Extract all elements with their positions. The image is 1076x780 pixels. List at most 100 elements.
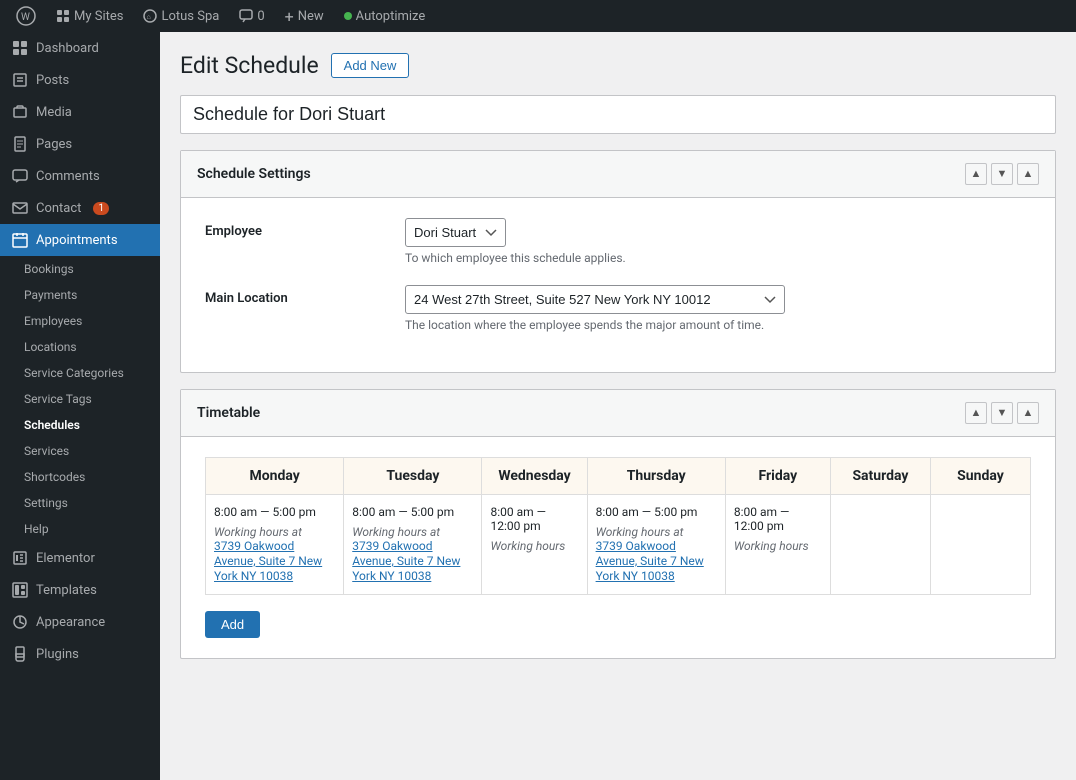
schedule-settings-header: Schedule Settings ▲ ▼ ▲	[181, 151, 1055, 198]
wp-logo-button[interactable]: W	[8, 0, 44, 32]
timetable-table: Monday Tuesday Wednesday Thursday Friday…	[205, 457, 1031, 595]
sidebar-item-comments[interactable]: Comments	[0, 160, 160, 192]
location-field: 24 West 27th Street, Suite 527 New York …	[405, 285, 1031, 332]
timetable-up-button[interactable]: ▲	[965, 402, 987, 424]
main-content: Edit Schedule Add New Schedule Settings …	[160, 32, 1076, 780]
sidebar-plugins-label: Plugins	[36, 647, 79, 662]
employee-select[interactable]: Dori Stuart	[405, 218, 506, 247]
day-header-tuesday: Tuesday	[344, 458, 482, 495]
wednesday-working-hours: Working hours	[490, 539, 578, 553]
employee-hint: To which employee this schedule applies.	[405, 251, 1031, 265]
location-hint: The location where the employee spends t…	[405, 318, 1031, 332]
sidebar-templates-label: Templates	[36, 583, 97, 598]
sidebar-appearance-label: Appearance	[36, 615, 105, 630]
timetable-cell-thursday[interactable]: 8:00 am — 5:00 pm Working hours at 3739 …	[587, 495, 725, 595]
sidebar-item-locations[interactable]: Locations	[12, 334, 160, 360]
sidebar-payments-label: Payments	[24, 288, 77, 302]
employee-row: Employee Dori Stuart To which employee t…	[205, 218, 1031, 265]
day-header-wednesday: Wednesday	[482, 458, 587, 495]
sidebar-item-media[interactable]: Media	[0, 96, 160, 128]
sidebar-item-elementor[interactable]: Elementor	[0, 542, 160, 574]
page-header: Edit Schedule Add New	[180, 52, 1056, 79]
sidebar-elementor-label: Elementor	[36, 551, 95, 566]
sidebar-item-pages[interactable]: Pages	[0, 128, 160, 160]
location-select[interactable]: 24 West 27th Street, Suite 527 New York …	[405, 285, 785, 314]
svg-text:W: W	[21, 12, 30, 23]
day-header-saturday: Saturday	[830, 458, 930, 495]
sidebar-comments-label: Comments	[36, 169, 100, 184]
sidebar-item-settings[interactable]: Settings	[12, 490, 160, 516]
day-header-thursday: Thursday	[587, 458, 725, 495]
sidebar-item-service-tags[interactable]: Service Tags	[12, 386, 160, 412]
thursday-location-link[interactable]: 3739 Oakwood Avenue, Suite 7 New York NY…	[596, 539, 704, 583]
add-new-button[interactable]: Add New	[331, 53, 410, 78]
monday-location-link[interactable]: 3739 Oakwood Avenue, Suite 7 New York NY…	[214, 539, 322, 583]
sidebar-item-templates[interactable]: Templates	[0, 574, 160, 606]
sidebar-locations-label: Locations	[24, 340, 77, 354]
plus-icon: +	[285, 7, 294, 26]
contact-badge: 1	[93, 202, 109, 215]
timetable-cell-friday[interactable]: 8:00 am — 12:00 pm Working hours	[725, 495, 830, 595]
employee-field: Dori Stuart To which employee this sched…	[405, 218, 1031, 265]
sidebar-service-categories-label: Service Categories	[24, 366, 124, 380]
sidebar-appointments-label: Appointments	[36, 233, 118, 248]
timetable-panel-controls: ▲ ▼ ▲	[965, 402, 1039, 424]
schedule-name-input[interactable]	[180, 95, 1056, 134]
friday-time: 8:00 am — 12:00 pm	[734, 505, 822, 533]
sidebar: Dashboard Posts Media Pages Comments Con…	[0, 32, 160, 780]
timetable-cell-monday[interactable]: 8:00 am — 5:00 pm Working hours at 3739 …	[206, 495, 344, 595]
sidebar-help-label: Help	[24, 522, 49, 536]
sidebar-item-contact[interactable]: Contact 1	[0, 192, 160, 224]
timetable-collapse-button[interactable]: ▲	[1017, 402, 1039, 424]
sidebar-item-posts[interactable]: Posts	[0, 64, 160, 96]
site-name-button[interactable]: ⌂ Lotus Spa	[135, 0, 227, 32]
timetable-cell-wednesday[interactable]: 8:00 am — 12:00 pm Working hours	[482, 495, 587, 595]
sidebar-item-service-categories[interactable]: Service Categories	[12, 360, 160, 386]
comments-count: 0	[257, 9, 264, 24]
timetable-cell-saturday[interactable]	[830, 495, 930, 595]
sidebar-item-services[interactable]: Services	[12, 438, 160, 464]
panel-controls: ▲ ▼ ▲	[965, 163, 1039, 185]
sidebar-shortcodes-label: Shortcodes	[24, 470, 85, 484]
timetable-header-row: Monday Tuesday Wednesday Thursday Friday…	[206, 458, 1031, 495]
sidebar-item-appearance[interactable]: Appearance	[0, 606, 160, 638]
timetable-cell-sunday[interactable]	[930, 495, 1030, 595]
monday-time: 8:00 am — 5:00 pm	[214, 505, 335, 519]
sidebar-pages-label: Pages	[36, 137, 72, 152]
sidebar-item-payments[interactable]: Payments	[12, 282, 160, 308]
autoptimize-button[interactable]: Autoptimize	[336, 0, 434, 32]
day-header-sunday: Sunday	[930, 458, 1030, 495]
monday-working-hours: Working hours at	[214, 525, 335, 539]
comments-button[interactable]: 0	[231, 0, 272, 32]
timetable-data-row: 8:00 am — 5:00 pm Working hours at 3739 …	[206, 495, 1031, 595]
friday-working-hours: Working hours	[734, 539, 822, 553]
sidebar-posts-label: Posts	[36, 73, 69, 88]
location-label: Main Location	[205, 285, 405, 306]
sidebar-item-bookings[interactable]: Bookings	[12, 256, 160, 282]
panel-down-button[interactable]: ▼	[991, 163, 1013, 185]
timetable-cell-tuesday[interactable]: 8:00 am — 5:00 pm Working hours at 3739 …	[344, 495, 482, 595]
tuesday-location-link[interactable]: 3739 Oakwood Avenue, Suite 7 New York NY…	[352, 539, 460, 583]
sidebar-bookings-label: Bookings	[24, 262, 74, 276]
panel-collapse-button[interactable]: ▲	[1017, 163, 1039, 185]
add-button[interactable]: Add	[205, 611, 260, 638]
sidebar-item-schedules[interactable]: Schedules	[12, 412, 160, 438]
wednesday-time: 8:00 am — 12:00 pm	[490, 505, 578, 533]
page-title: Edit Schedule	[180, 52, 319, 79]
new-label: New	[298, 9, 324, 24]
sidebar-item-plugins[interactable]: Plugins	[0, 638, 160, 670]
sidebar-item-appointments[interactable]: Appointments	[0, 224, 160, 256]
tuesday-working-hours: Working hours at	[352, 525, 473, 539]
sidebar-item-employees[interactable]: Employees	[12, 308, 160, 334]
timetable-down-button[interactable]: ▼	[991, 402, 1013, 424]
day-header-friday: Friday	[725, 458, 830, 495]
sidebar-item-help[interactable]: Help	[12, 516, 160, 542]
new-button[interactable]: + New	[277, 0, 332, 32]
sidebar-media-label: Media	[36, 105, 72, 120]
panel-up-button[interactable]: ▲	[965, 163, 987, 185]
sidebar-item-dashboard[interactable]: Dashboard	[0, 32, 160, 64]
site-name-label: Lotus Spa	[161, 9, 219, 24]
sidebar-item-shortcodes[interactable]: Shortcodes	[12, 464, 160, 490]
my-sites-button[interactable]: My Sites	[48, 0, 131, 32]
sidebar-services-label: Services	[24, 444, 69, 458]
